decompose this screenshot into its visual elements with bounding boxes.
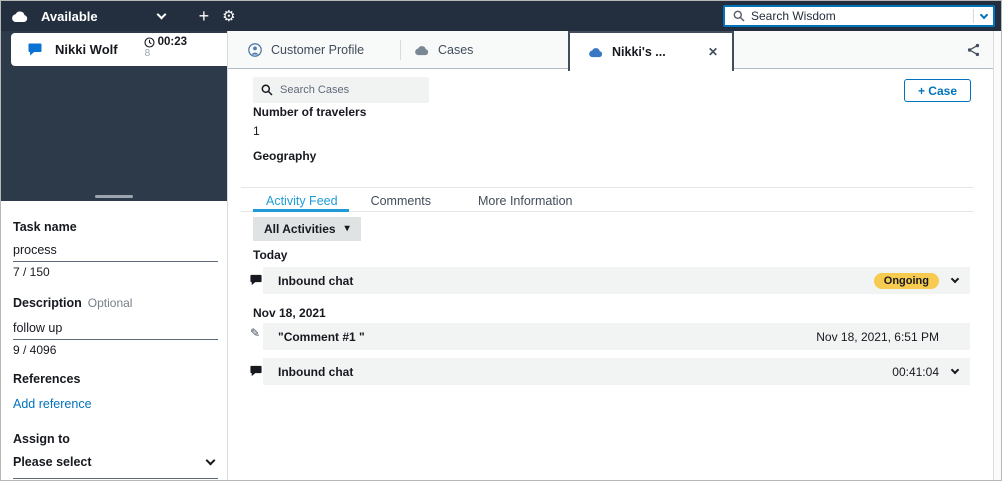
status-badge: Ongoing bbox=[874, 273, 939, 289]
tab-strip: Customer Profile Cases Nikki's ... ✕ bbox=[228, 31, 993, 69]
filter-caret-down-icon: ▾ bbox=[345, 224, 350, 234]
activity-title: Inbound chat bbox=[278, 274, 353, 288]
section-divider bbox=[241, 187, 974, 188]
chat-bubble-icon bbox=[250, 274, 262, 286]
new-case-button[interactable]: + Case bbox=[904, 79, 971, 102]
select-chevron-down-icon bbox=[206, 455, 216, 465]
expand-chevron-down-icon[interactable] bbox=[951, 275, 959, 283]
panel-drag-handle[interactable] bbox=[95, 195, 133, 198]
assign-to-select[interactable]: Please select bbox=[13, 446, 218, 479]
activity-timestamp: Nov 18, 2021, 6:51 PM bbox=[816, 330, 939, 344]
chat-bubble-icon bbox=[250, 365, 262, 377]
activity-item-inbound-chat[interactable]: Inbound chat 00:41:04 bbox=[263, 358, 970, 385]
field-label: Geography bbox=[253, 149, 366, 163]
tab-divider bbox=[400, 40, 401, 60]
feed-section-heading: Nov 18, 2021 bbox=[253, 306, 326, 320]
case-fields: Number of travelers 1 Geography bbox=[253, 105, 366, 191]
expand-chevron-down-icon[interactable] bbox=[951, 366, 959, 374]
vertical-scrollbar[interactable] bbox=[993, 31, 1001, 480]
contact-name: Nikki Wolf bbox=[55, 42, 118, 57]
add-reference-link[interactable]: Add reference bbox=[13, 397, 217, 411]
person-icon bbox=[248, 43, 262, 57]
search-icon bbox=[733, 10, 745, 22]
references-label: References bbox=[13, 372, 217, 386]
top-bar: Available + ⚙ bbox=[1, 1, 1001, 31]
tab-nikkis-label: Nikki's ... bbox=[612, 45, 666, 59]
tab-cases[interactable]: Cases bbox=[414, 31, 473, 69]
activity-item-comment[interactable]: "Comment #1 " Nov 18, 2021, 6:51 PM bbox=[263, 323, 970, 350]
wisdom-search-box[interactable] bbox=[723, 5, 995, 27]
assign-to-value: Please select bbox=[13, 455, 92, 469]
status-chevron-down-icon[interactable] bbox=[158, 5, 165, 23]
clock-icon bbox=[144, 37, 155, 48]
description-input[interactable]: follow up bbox=[13, 312, 218, 340]
description-counter: 9 / 4096 bbox=[13, 343, 217, 357]
settings-gear-icon[interactable]: ⚙ bbox=[222, 9, 235, 24]
description-optional-label: Optional bbox=[88, 296, 133, 310]
assign-to-label: Assign to bbox=[13, 432, 217, 446]
case-workspace: Customer Profile Cases Nikki's ... ✕ bbox=[228, 31, 993, 480]
message-count: 8 bbox=[145, 48, 187, 59]
field-value bbox=[253, 168, 366, 180]
task-cloud-icon bbox=[588, 46, 603, 58]
search-divider bbox=[973, 9, 974, 23]
activities-filter-label: All Activities bbox=[264, 222, 336, 236]
cases-search-input[interactable] bbox=[280, 84, 421, 96]
feed-row: Inbound chat 00:41:04 bbox=[250, 358, 970, 385]
agent-status-label: Available bbox=[41, 9, 98, 24]
tab-nikkis-active[interactable]: Nikki's ... ✕ bbox=[568, 31, 734, 71]
activity-title: Inbound chat bbox=[278, 365, 353, 379]
contact-control-panel: Nikki Wolf 00:23 8 Task name process 7 bbox=[1, 31, 228, 480]
activity-duration: 00:41:04 bbox=[892, 365, 939, 379]
cases-cloud-icon bbox=[414, 44, 429, 56]
activity-item-inbound-chat[interactable]: Inbound chat Ongoing bbox=[263, 267, 970, 294]
subtab-more-information[interactable]: More Information bbox=[465, 191, 585, 211]
field-value: 1 bbox=[253, 124, 366, 138]
search-chevron-down-icon[interactable] bbox=[980, 10, 988, 18]
subtab-activity-feed[interactable]: Activity Feed bbox=[253, 191, 351, 211]
create-task-form: Task name process 7 / 150 Description Opt… bbox=[1, 201, 227, 480]
timer-value: 00:23 bbox=[158, 36, 187, 48]
task-name-label: Task name bbox=[13, 220, 217, 234]
task-name-counter: 7 / 150 bbox=[13, 265, 217, 279]
chat-media-region: Nikki Wolf 00:23 8 bbox=[1, 31, 227, 201]
feed-section-heading: Today bbox=[253, 248, 287, 262]
new-contact-plus-icon[interactable]: + bbox=[199, 7, 210, 25]
wisdom-search-input[interactable] bbox=[751, 9, 969, 23]
tab-customer-profile-label: Customer Profile bbox=[271, 43, 364, 57]
close-icon[interactable]: ✕ bbox=[708, 45, 718, 59]
contact-card[interactable]: Nikki Wolf 00:23 8 bbox=[11, 33, 227, 66]
field-label: Number of travelers bbox=[253, 105, 366, 119]
search-icon bbox=[261, 84, 273, 96]
task-name-input[interactable]: process bbox=[13, 234, 218, 262]
contact-timer: 00:23 8 bbox=[144, 36, 187, 59]
share-icon[interactable] bbox=[967, 43, 980, 57]
tab-cases-label: Cases bbox=[438, 43, 473, 57]
subtab-comments[interactable]: Comments bbox=[358, 191, 444, 211]
active-subtab-underline bbox=[253, 209, 349, 212]
feed-row: ✎ "Comment #1 " Nov 18, 2021, 6:51 PM bbox=[250, 323, 970, 350]
pencil-comment-icon: ✎ bbox=[250, 327, 260, 339]
connect-logo-icon bbox=[11, 9, 28, 23]
agent-workspace: Available + ⚙ Nikki Wolf bbox=[0, 0, 1002, 481]
cases-search-box[interactable] bbox=[253, 77, 429, 103]
case-subtabs: Activity Feed Comments More Information bbox=[253, 191, 585, 211]
description-label: Description bbox=[13, 296, 82, 310]
activity-title: "Comment #1 " bbox=[278, 330, 365, 344]
subtab-divider bbox=[241, 211, 974, 212]
tab-customer-profile[interactable]: Customer Profile bbox=[248, 31, 364, 69]
activities-filter-button[interactable]: All Activities ▾ bbox=[253, 217, 361, 241]
chat-bubble-icon bbox=[28, 43, 42, 56]
feed-row: Inbound chat Ongoing bbox=[250, 267, 970, 294]
